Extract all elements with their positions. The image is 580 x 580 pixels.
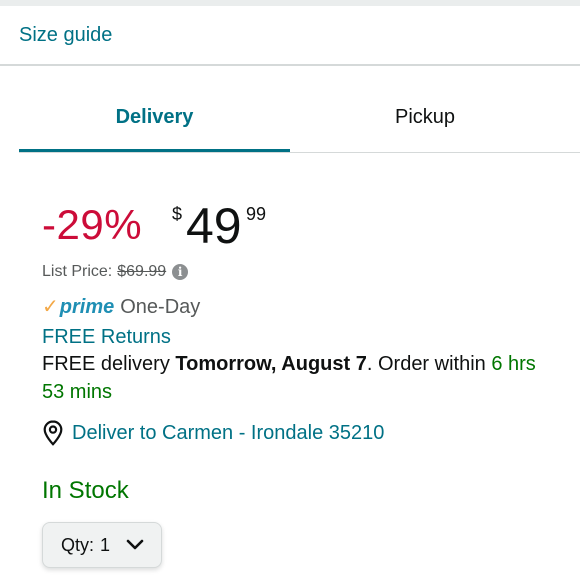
prime-speed: One-Day <box>120 296 201 318</box>
stock-status: In Stock <box>42 477 129 504</box>
delivery-message: FREE delivery Tomorrow, August 7. Order … <box>42 350 542 406</box>
prime-logo: prime <box>59 296 115 318</box>
divider <box>0 64 580 66</box>
quantity-label: Qty: <box>61 534 95 555</box>
order-within-text: . Order within <box>366 353 492 375</box>
info-icon[interactable]: i <box>172 264 189 280</box>
deliver-to-text: Deliver to Carmen - Irondale 35210 <box>72 422 385 444</box>
price-fraction: 99 <box>246 204 267 224</box>
delivery-method-tabs: Delivery Pickup <box>19 96 580 154</box>
free-returns-link[interactable]: FREE Returns <box>42 324 171 350</box>
tab-pickup[interactable]: Pickup <box>290 96 560 148</box>
discount-percentage: -29% <box>42 201 143 248</box>
top-bar <box>0 0 580 6</box>
delivery-prefix: FREE delivery <box>42 353 176 375</box>
quantity-dropdown[interactable]: Qty: 1 <box>42 522 162 568</box>
prime-badge-row: ✓ prime One-Day <box>42 294 200 320</box>
quantity-value: 1 <box>100 534 111 555</box>
tab-delivery[interactable]: Delivery <box>19 96 290 148</box>
delivery-date: Tomorrow, August 7 <box>175 353 367 375</box>
prime-check-icon: ✓ <box>42 296 59 318</box>
tabs-baseline <box>19 152 580 153</box>
price-whole: 49 <box>186 198 242 254</box>
deliver-to-location[interactable]: Deliver to Carmen - Irondale 35210 <box>42 420 384 446</box>
list-price: List Price: $69.99 i <box>42 262 189 282</box>
location-pin-icon <box>43 420 63 446</box>
size-guide-link[interactable]: Size guide <box>19 23 112 47</box>
list-price-value: $69.99 <box>117 263 167 280</box>
price-currency-symbol: $ <box>172 204 183 224</box>
chevron-down-icon <box>126 539 144 550</box>
list-price-label: List Price: <box>42 263 113 280</box>
